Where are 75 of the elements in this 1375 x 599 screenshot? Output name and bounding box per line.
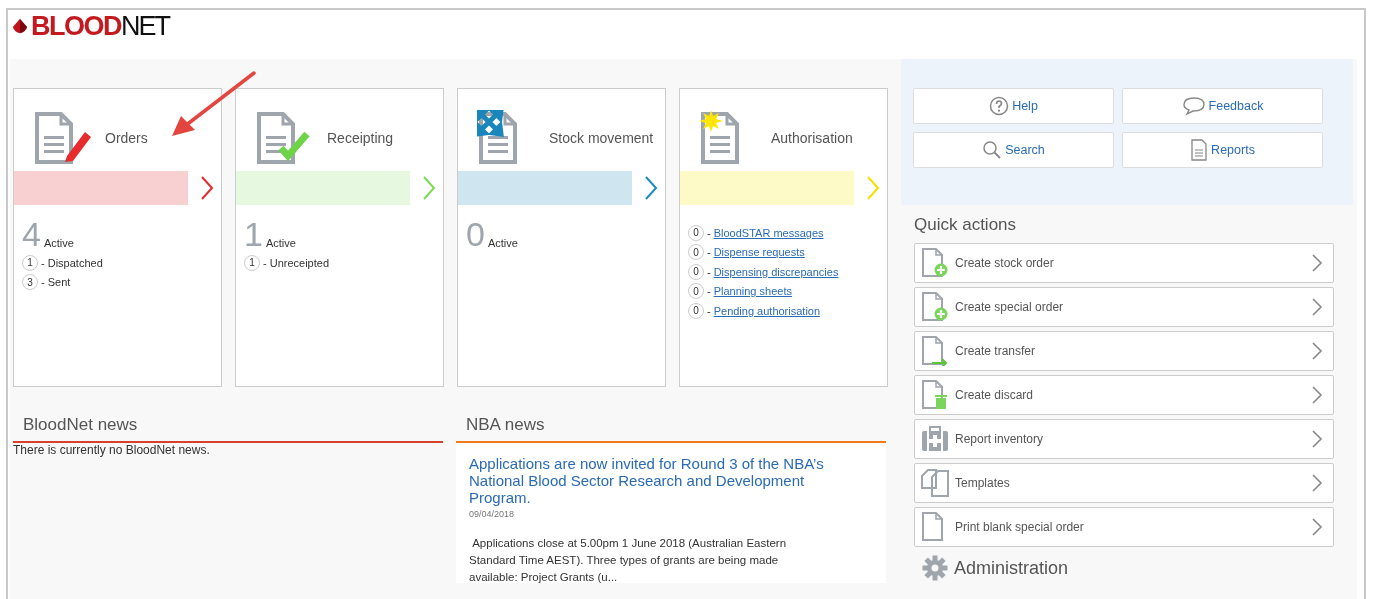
tile-title: Receipting <box>327 129 394 146</box>
copy-icon <box>920 468 950 498</box>
document-plus-icon <box>920 248 950 278</box>
news-headline-link[interactable]: Applications are now invited for Round 3 of the NBA’s National Blood Sector Research and Development Program. <box>469 455 826 506</box>
chevron-right-icon[interactable] <box>200 175 214 201</box>
active-label: Active <box>43 237 74 249</box>
authorisation-link[interactable]: Dispensing discrepancies <box>713 265 839 278</box>
tile-title: Orders <box>105 129 148 146</box>
quick-action-item[interactable]: Print blank special order <box>914 507 1334 547</box>
chevron-right-icon[interactable] <box>644 175 658 201</box>
chevron-right-icon <box>1311 385 1323 405</box>
status-label: - Dispatched <box>41 256 103 269</box>
help-icon <box>989 96 1010 116</box>
chevron-right-icon <box>1311 429 1323 449</box>
count-badge: 0 <box>688 224 704 241</box>
active-count: 4 <box>22 219 41 249</box>
tile-title: Authorisation <box>771 129 853 146</box>
dashboard-tile[interactable]: Authorisation 0 - BloodSTAR messages 0 - Dispense requests 0 - Dispensing discrepancies 0 - Planning sheets 0 - Pending authorisation <box>679 88 888 387</box>
tool-button[interactable]: Help <box>913 88 1114 124</box>
dashboard-tile[interactable]: Receipting 1 Active 1 - Unreceipted <box>235 88 444 387</box>
active-count: 0 <box>466 219 485 249</box>
document-icon <box>1190 139 1209 161</box>
chevron-right-icon <box>1311 341 1323 361</box>
section-heading: Administration <box>954 557 1069 579</box>
tool-button[interactable]: Reports <box>1122 132 1323 168</box>
section-heading: BloodNet news <box>13 415 443 443</box>
active-label: Active <box>265 237 296 249</box>
active-label: Active <box>487 237 518 249</box>
count-badge: 0 <box>688 302 704 319</box>
first-aid-kit-icon <box>920 424 950 454</box>
news-date: 09/04/2018 <box>469 509 516 519</box>
authorisation-link[interactable]: BloodSTAR messages <box>713 226 824 239</box>
search-icon <box>982 140 1003 160</box>
dash-separator: - <box>707 285 711 298</box>
quick-action-item[interactable]: Templates <box>914 463 1334 503</box>
news-excerpt: Applications close at 5.00pm 1 June 2018 (Australian Eastern Standard Time AEST). Three types of grants are being made available: Project Grants (u... <box>469 536 788 585</box>
count-badge: 0 <box>688 244 704 261</box>
quick-action-item[interactable]: Report inventory <box>914 419 1334 459</box>
count-badge: 3 <box>22 274 38 291</box>
authorisation-link[interactable]: Pending authorisation <box>713 304 821 317</box>
chevron-right-icon <box>1311 297 1323 317</box>
count-badge: 1 <box>22 254 38 271</box>
count-badge: 0 <box>688 283 704 300</box>
tool-button[interactable]: Feedback <box>1122 88 1323 124</box>
tile-title: Stock movement <box>549 129 654 146</box>
active-count: 1 <box>244 219 263 249</box>
bloodnet-logo: BLOODNET <box>10 13 169 39</box>
quick-action-item[interactable]: Create special order <box>914 287 1334 327</box>
count-badge: 0 <box>688 263 704 280</box>
status-label: - Unreceipted <box>263 256 330 269</box>
dash-separator: - <box>707 246 711 259</box>
document-pencil-icon <box>33 109 93 166</box>
settings-icon <box>922 555 948 581</box>
quick-action-item[interactable]: Create stock order <box>914 243 1334 283</box>
quick-action-item[interactable]: Create transfer <box>914 331 1334 371</box>
document-trash-icon <box>920 380 950 410</box>
chevron-right-icon <box>1311 473 1323 493</box>
count-badge: 1 <box>244 254 260 271</box>
chevron-right-icon <box>1311 517 1323 537</box>
dashboard-tile[interactable]: Orders 4 Active 1 - Dispatched 3 - Sent <box>13 88 222 387</box>
dash-separator: - <box>707 265 711 278</box>
news-empty-message: There is currently no BloodNet news. <box>13 443 211 457</box>
chevron-right-icon <box>1311 253 1323 273</box>
speech-bubble-icon <box>1181 96 1206 116</box>
document-arrow-icon <box>920 336 950 366</box>
status-label: - Sent <box>41 276 71 289</box>
quick-action-item[interactable]: Create discard <box>914 375 1334 415</box>
tool-button[interactable]: Search <box>913 132 1114 168</box>
authorisation-link[interactable]: Planning sheets <box>713 285 792 298</box>
authorisation-link[interactable]: Dispense requests <box>713 246 805 259</box>
section-heading: Quick actions <box>914 215 1018 235</box>
dashboard-tile[interactable]: Stock movement 0 Active <box>457 88 666 387</box>
dash-separator: - <box>707 226 711 239</box>
document-plus-icon <box>920 292 950 322</box>
dash-separator: - <box>707 304 711 317</box>
